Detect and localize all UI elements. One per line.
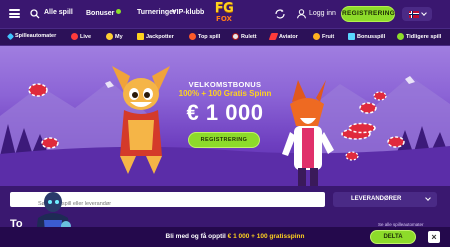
category-label: Rulett [241,33,257,40]
category-label: Spilleautomater [15,33,57,39]
nav-link-tournaments[interactable]: Turneringer [137,9,176,16]
fire-icon [189,33,196,40]
bottom-promo-bar: Bli med og få opptil € 1 000 + 100 grati… [0,227,450,247]
bottom-promo-highlight: € 1 000 + 100 gratisspinn [227,233,305,240]
nav-link-vip-club[interactable]: VIP-klubb [172,9,204,16]
plane-icon [268,33,279,40]
hero-register-button[interactable]: REGISTRERING [188,132,260,148]
category-bonus-games[interactable]: Bonusspill [348,33,385,40]
category-recent-games[interactable]: Tidligere spill [397,33,441,40]
providers-dropdown[interactable]: LEVERANDØRER [333,192,437,207]
category-slots[interactable]: Spilleautomater [6,32,57,40]
login-link[interactable]: Logg inn [309,10,336,17]
category-label: Live [80,33,92,40]
close-icon[interactable]: × [428,231,440,243]
nav-link-all-games[interactable]: Alle spill [44,9,73,16]
bottom-promo-text: Bli med og få opptil € 1 000 + 100 grati… [110,233,360,240]
hero-offer: 100% + 100 Gratis Spinn [178,89,272,98]
providers-label: LEVERANDØRER [351,196,402,202]
category-label: Tidligere spill [406,33,442,40]
new-badge-dot [116,9,122,14]
nav-link-bonuses[interactable]: Bonuser [86,9,122,17]
category-my[interactable]: My [106,33,123,40]
hero-banner: VELKOMSTBONUS 100% + 100 Gratis Spinn € … [0,46,450,186]
norway-flag-icon [408,10,419,18]
category-jackpots[interactable]: Jackpotter [137,33,174,40]
roulette-icon [232,33,239,40]
category-label: Top spill [198,33,221,40]
hero-title: VELKOMSTBONUS [188,80,262,89]
fruit-icon [313,33,320,40]
category-label: Jackpotter [146,33,174,40]
category-fruit[interactable]: Fruit [313,33,334,40]
category-bar: Spilleautomater Live My Jackpotter Top s… [0,28,450,46]
crown-icon [137,33,144,40]
history-icon [397,33,404,40]
diamond-icon [6,32,15,40]
fgfox-logo[interactable]: FG FOX [209,2,239,26]
chevron-down-icon [420,10,427,16]
menu-icon[interactable] [9,9,20,18]
category-label: My [115,33,123,40]
hero-bonus-amount: € 1 000 [186,100,264,125]
category-roulette[interactable]: Rulett [232,33,257,40]
language-selector[interactable] [402,7,432,21]
category-live[interactable]: Live [71,33,91,40]
register-button-header[interactable]: REGISTRERING [341,6,395,22]
login-icon[interactable] [296,8,307,19]
live-icon [71,33,78,40]
nav-link-bonuses-label: Bonuser [86,10,115,17]
join-button[interactable]: DELTA [370,230,416,244]
category-aviator[interactable]: Aviator [268,33,298,40]
bottom-promo-prefix: Bli med og få opptil [165,233,228,240]
category-label: Fruit [322,33,335,40]
search-icon[interactable] [30,9,40,19]
chevron-down-icon [425,195,431,201]
category-label: Aviator [279,33,298,40]
category-label: Bonusspill [357,33,386,40]
category-top-games[interactable]: Top spill [189,33,220,40]
top-header: Alle spill Bonuser Turneringer FG FOX VI… [0,0,450,28]
star-icon [106,33,113,40]
gift-icon [348,33,355,40]
promo-refresh-icon[interactable] [274,8,286,20]
